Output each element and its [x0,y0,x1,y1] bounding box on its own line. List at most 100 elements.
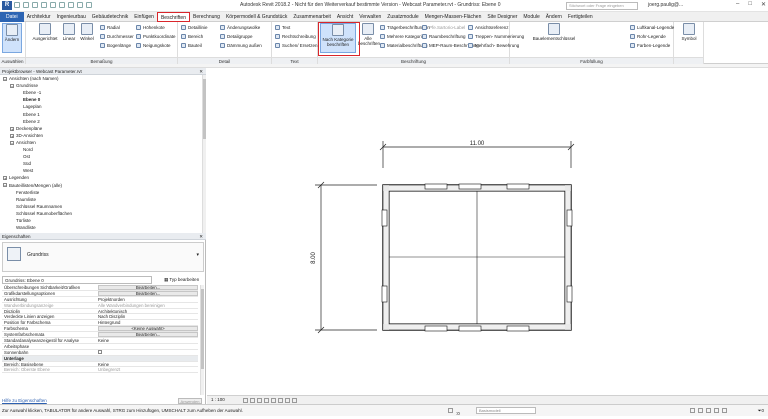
select-pinned-icon[interactable] [706,408,711,413]
tab-berechnung[interactable]: Berechnung [190,12,223,22]
tree-item[interactable]: Wandliste [16,225,36,231]
property-value[interactable]: Nach Disziplin [98,314,198,319]
tree-item[interactable]: Ebene -1 [23,90,41,96]
tree-item[interactable]: West [23,168,33,174]
insulation-button[interactable]: Dämmung außen [220,42,262,48]
region-button[interactable]: Bereich [181,33,203,39]
horizontal-dimension-text[interactable]: 11.00 [470,141,485,147]
visual-style-icon[interactable] [250,398,255,403]
type-selector[interactable]: Grundriss ▾ [2,242,204,272]
select-by-face-icon[interactable] [714,408,719,413]
tab-fertigteilen[interactable]: Fertigteilen [565,12,596,22]
instance-filter-dropdown[interactable]: Grundriss: Ebene 0 [2,276,152,284]
tree-item[interactable]: Nord [23,147,33,153]
tab-mengen-massen-flächen[interactable]: Mengen-Massen-Flächen [422,12,485,22]
tree-item[interactable]: Schlüssel Raumoberflächen [16,211,72,217]
property-value[interactable]: Hintergrund [98,320,198,325]
collapse-icon[interactable]: − [10,83,14,88]
duct-legend-button[interactable]: Luftkanal-Legende [630,24,674,30]
print-icon[interactable] [50,2,56,8]
property-value[interactable]: Architektonisch [98,309,198,314]
open-icon[interactable] [14,2,20,8]
close-icon[interactable]: ✕ [199,233,203,240]
expand-icon[interactable]: + [3,176,7,181]
tab-architektur[interactable]: Architektur [24,12,54,22]
property-value[interactable]: Keine [98,338,198,343]
text-icon[interactable] [68,2,74,8]
modify-button[interactable]: Ändern [2,23,22,53]
collapse-icon[interactable]: − [10,140,14,145]
tab-datei[interactable]: Datei [0,12,24,22]
radial-button[interactable]: Radial [100,24,120,30]
tree-item[interactable]: Ebene 2 [23,119,40,125]
arc-length-button[interactable]: Bogenlänge [100,42,131,48]
tree-item[interactable]: Ebene 0 [23,97,40,103]
tag-all-button[interactable]: Alle beschriften [358,23,380,46]
properties-scrollbar[interactable] [200,285,204,395]
tree-item[interactable]: − Grundrisse [10,83,38,89]
multi-category-tag-button[interactable]: Mehrere Kategorien [380,33,427,39]
tab-zusammenarbeit[interactable]: Zusammenarbeit [290,12,334,22]
crop-view-icon[interactable] [271,398,276,403]
worksets-icon[interactable] [448,408,453,413]
show-crop-icon[interactable] [278,398,283,403]
shadows-icon[interactable] [264,398,269,403]
angular-dimension-button[interactable]: Winkel [78,23,96,41]
property-value[interactable]: Unbegrenzt [98,367,198,372]
tab-beschriften[interactable]: Beschriften [156,12,190,22]
spot-slope-button[interactable]: Neigungskote [136,42,171,48]
revision-cloud-button[interactable]: Änderungswolke [220,24,260,30]
tab-einfügen[interactable]: Einfügen [131,12,157,22]
stair-path-tag-button[interactable]: Pfe.Sartorio-Label [422,24,465,30]
detail-line-button[interactable]: Detaillinie [181,24,208,30]
minimize-icon[interactable]: – [736,1,739,8]
collapse-icon[interactable]: − [3,183,7,188]
select-underlay-icon[interactable] [698,408,703,413]
project-browser-scrollbar[interactable] [202,75,206,233]
tab-module[interactable]: Module [520,12,542,22]
property-checkbox[interactable] [98,349,102,354]
tree-item[interactable]: − Ansichten (nach Namen) [3,76,59,82]
help-search-input[interactable]: Stichwort oder Frage eingeben [566,2,638,10]
sun-path-icon[interactable] [257,398,262,403]
expand-icon[interactable]: + [10,126,14,131]
detail-level-icon[interactable] [243,398,248,403]
save-icon[interactable] [23,2,29,8]
tree-item[interactable]: Süd [23,161,31,167]
pipe-legend-button[interactable]: Rohr-Legende [630,33,666,39]
tab-gebäudetechnik[interactable]: Gebäudetechnik [89,12,131,22]
tree-item[interactable]: +3D-Ansichten [10,133,43,139]
symbol-button[interactable]: Symbol [678,23,700,41]
tab-ändern[interactable]: Ändern [543,12,565,22]
find-replace-button[interactable]: Suchen/ Ersetzen [275,42,318,48]
color-legend-button[interactable]: Farben-Legende [630,42,670,48]
aligned-dimension-button[interactable]: Ausgerichtet [30,23,60,41]
tree-item[interactable]: Ost [23,154,30,160]
undo-icon[interactable] [32,2,38,8]
spot-coordinate-button[interactable]: Punktkoordinate [136,33,176,39]
filter-count[interactable]: ⏷0 [758,405,764,416]
tree-item[interactable]: Ebene 1 [23,112,40,118]
room-tag-button[interactable]: Raumbeschriftung [422,33,466,39]
text-button[interactable]: Text [275,24,290,30]
property-edit-button[interactable]: Bearbeiten... [98,290,198,296]
tree-item[interactable]: Schlüssel Raumnamen [16,204,62,210]
close-icon[interactable]: ✕ [761,1,766,8]
collapse-icon[interactable]: − [3,76,7,81]
vertical-dimension-text[interactable]: 8.00 [311,252,317,264]
spelling-button[interactable]: Rechtschreibung [275,33,316,39]
view-reference-button[interactable]: Ansichtsreferenz [468,24,509,30]
3d-view-icon[interactable] [77,2,83,8]
select-links-icon[interactable] [690,408,695,413]
redo-icon[interactable] [41,2,47,8]
measure-icon[interactable] [59,2,65,8]
tree-item[interactable]: − Ansichten [10,140,36,146]
revit-logo-icon[interactable]: R [2,1,12,10]
edit-type-button[interactable]: ▦ Typ bearbeiten [164,276,199,284]
property-edit-button[interactable]: Bearbeiten... [98,285,198,290]
tab-ansicht[interactable]: Ansicht [334,12,356,22]
property-value[interactable]: Keine [98,362,198,367]
design-option-dropdown[interactable]: Basismodell [476,407,536,414]
tree-item[interactable]: − Bauteillisten/Mengen (alle) [3,183,62,189]
properties-help-link[interactable]: Hilfe zu Eigenschaften [2,398,47,403]
